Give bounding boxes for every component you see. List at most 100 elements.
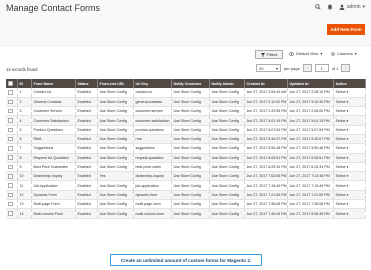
row-select-cell[interactable]: [6, 106, 18, 117]
row-checkbox[interactable]: [8, 90, 13, 95]
row-action-select[interactable]: Select ▾: [333, 97, 366, 108]
row-select-cell[interactable]: [6, 208, 18, 219]
row-select-cell[interactable]: [6, 171, 18, 182]
row-action-select[interactable]: Select ▾: [333, 180, 366, 191]
row-checkbox[interactable]: [8, 164, 13, 170]
row-action-select[interactable]: Select ▾: [333, 134, 366, 145]
column-header-created-at[interactable]: Created At: [244, 79, 288, 88]
column-header-updated-at[interactable]: Updated At: [287, 79, 334, 88]
table-row[interactable]: 10 Dealership Inquiry Enabled Yes dealership…: [6, 171, 366, 182]
table-row[interactable]: 11 Job Application Enabled Use Store Config…: [6, 180, 366, 191]
row-checkbox[interactable]: [8, 174, 13, 179]
add-new-form-button[interactable]: Add New Form: [327, 24, 365, 35]
column-header-id[interactable]: ID: [17, 79, 32, 88]
row-updated-at: Jun 27, 2017 7:19:49 PM: [287, 180, 334, 191]
row-select-cell[interactable]: [6, 125, 18, 136]
table-row[interactable]: 13 Multi-page Form Enabled Use Store Config…: [6, 199, 366, 210]
row-action-select[interactable]: Select ▾: [333, 88, 366, 98]
row-updated-at: Jun 27, 2017 8:06:39 PM: [287, 208, 334, 219]
contact-forms-grid: ID Form Name Status Front-end URL Url Ke…: [6, 79, 366, 219]
row-checkbox[interactable]: [8, 99, 13, 105]
row-checkbox[interactable]: [8, 192, 13, 198]
table-row[interactable]: 4 Customer Satisfaction Enabled Use Store C…: [6, 115, 366, 126]
next-page-button[interactable]: ›: [341, 64, 351, 72]
row-notify-customer: Use Store Config: [171, 199, 210, 210]
row-form-name: Dynamic Form: [31, 190, 76, 201]
table-row[interactable]: 9 Best Price Guarantee Enabled Use Store Co…: [6, 162, 366, 173]
page-number-input[interactable]: 1: [314, 64, 329, 72]
table-row[interactable]: 6 RMA Enabled Use Store Config rma Use Store …: [6, 134, 366, 145]
column-header-notify-customer[interactable]: Notify Customer: [171, 79, 210, 88]
view-switcher[interactable]: Default View ▾: [289, 51, 322, 56]
row-id: 1: [17, 88, 32, 98]
row-action-select[interactable]: Select ▾: [333, 115, 366, 126]
chevron-down-icon: ▾: [345, 90, 349, 95]
row-action-select[interactable]: Select ▾: [333, 208, 366, 219]
search-icon[interactable]: [315, 4, 321, 10]
row-created-at: Jun 27, 2017 7:36:08 PM: [244, 199, 288, 210]
column-header-url-key[interactable]: Url Key: [133, 79, 172, 88]
table-row[interactable]: 8 Request for Quotation Enabled Use Store C…: [6, 153, 366, 163]
row-action-label: Select: [335, 174, 346, 179]
row-action-select[interactable]: Select ▾: [333, 162, 366, 173]
row-select-cell[interactable]: [6, 115, 18, 126]
row-checkbox[interactable]: [8, 146, 13, 151]
bell-icon[interactable]: [327, 4, 333, 10]
row-select-cell[interactable]: [6, 134, 18, 145]
row-checkbox[interactable]: [8, 108, 13, 114]
row-form-name: Product Questions: [31, 125, 76, 136]
filters-button[interactable]: Filters: [255, 50, 283, 59]
row-action-select[interactable]: Select ▾: [333, 171, 366, 182]
account-menu[interactable]: admin ▾: [339, 4, 365, 10]
table-row[interactable]: 12 Dynamic Form Enabled Use Store Config dyn…: [6, 190, 366, 201]
row-select-cell[interactable]: [6, 88, 18, 98]
table-row[interactable]: 2 General Contacts Enabled Use Store Config…: [6, 97, 366, 108]
per-page-select[interactable]: 20 ▾: [256, 64, 281, 72]
row-form-name: General Contacts: [31, 97, 76, 108]
row-checkbox[interactable]: [8, 118, 13, 123]
column-header-notify-admin[interactable]: Notify Admin: [209, 79, 245, 88]
row-status: Enabled: [75, 134, 98, 145]
row-notify-customer: Use Store Config: [171, 125, 210, 136]
row-action-select[interactable]: Select ▾: [333, 199, 366, 210]
row-select-cell[interactable]: [6, 199, 18, 210]
row-select-cell[interactable]: [6, 97, 18, 108]
row-select-cell[interactable]: [6, 162, 18, 173]
row-action-select[interactable]: Select ▾: [333, 125, 366, 136]
row-action-select[interactable]: Select ▾: [333, 153, 366, 163]
row-select-cell[interactable]: [6, 143, 18, 154]
table-row[interactable]: 14 Multi-column Form Enabled Use Store Conf…: [6, 208, 366, 219]
table-row[interactable]: 7 Suggestions Enabled Use Store Config sugge…: [6, 143, 366, 154]
column-header-status[interactable]: Status: [75, 79, 98, 88]
row-notify-admin: Use Store Config: [209, 171, 245, 182]
row-checkbox[interactable]: [8, 201, 13, 207]
row-action-label: Select: [335, 165, 346, 170]
row-id: 10: [17, 171, 32, 182]
table-row[interactable]: 1 Contact Us Enabled Use Store Config contac…: [6, 88, 366, 98]
select-all-checkbox[interactable]: [8, 81, 13, 86]
row-select-cell[interactable]: [6, 180, 18, 191]
row-select-cell[interactable]: [6, 153, 18, 163]
table-row[interactable]: 3 Customer Service Enabled Use Store Config…: [6, 106, 366, 117]
row-checkbox[interactable]: [8, 183, 13, 188]
row-updated-at: Jun 27, 2017 7:36:08 PM: [287, 199, 334, 210]
row-action-select[interactable]: Select ▾: [333, 190, 366, 201]
row-checkbox[interactable]: [8, 127, 13, 133]
row-form-name: Contact Us: [31, 88, 76, 98]
chevron-down-icon: ▾: [345, 165, 349, 170]
column-header-frontend-url[interactable]: Front-end URL: [97, 79, 134, 88]
chevron-right-icon: ›: [345, 65, 347, 71]
previous-page-button[interactable]: ‹: [302, 64, 312, 72]
row-select-cell[interactable]: [6, 190, 18, 201]
columns-switcher[interactable]: Columns ▾: [331, 51, 357, 56]
filter-icon: [260, 52, 265, 57]
column-header-form-name[interactable]: Form Name: [31, 79, 76, 88]
row-action-select[interactable]: Select ▾: [333, 106, 366, 117]
row-checkbox[interactable]: [8, 155, 13, 160]
table-row[interactable]: 5 Product Questions Enabled Use Store Confi…: [6, 125, 366, 136]
row-id: 3: [17, 106, 32, 117]
row-checkbox[interactable]: [8, 136, 13, 142]
row-action-select[interactable]: Select ▾: [333, 143, 366, 154]
select-all-header[interactable]: [6, 79, 18, 88]
row-checkbox[interactable]: [8, 211, 13, 216]
